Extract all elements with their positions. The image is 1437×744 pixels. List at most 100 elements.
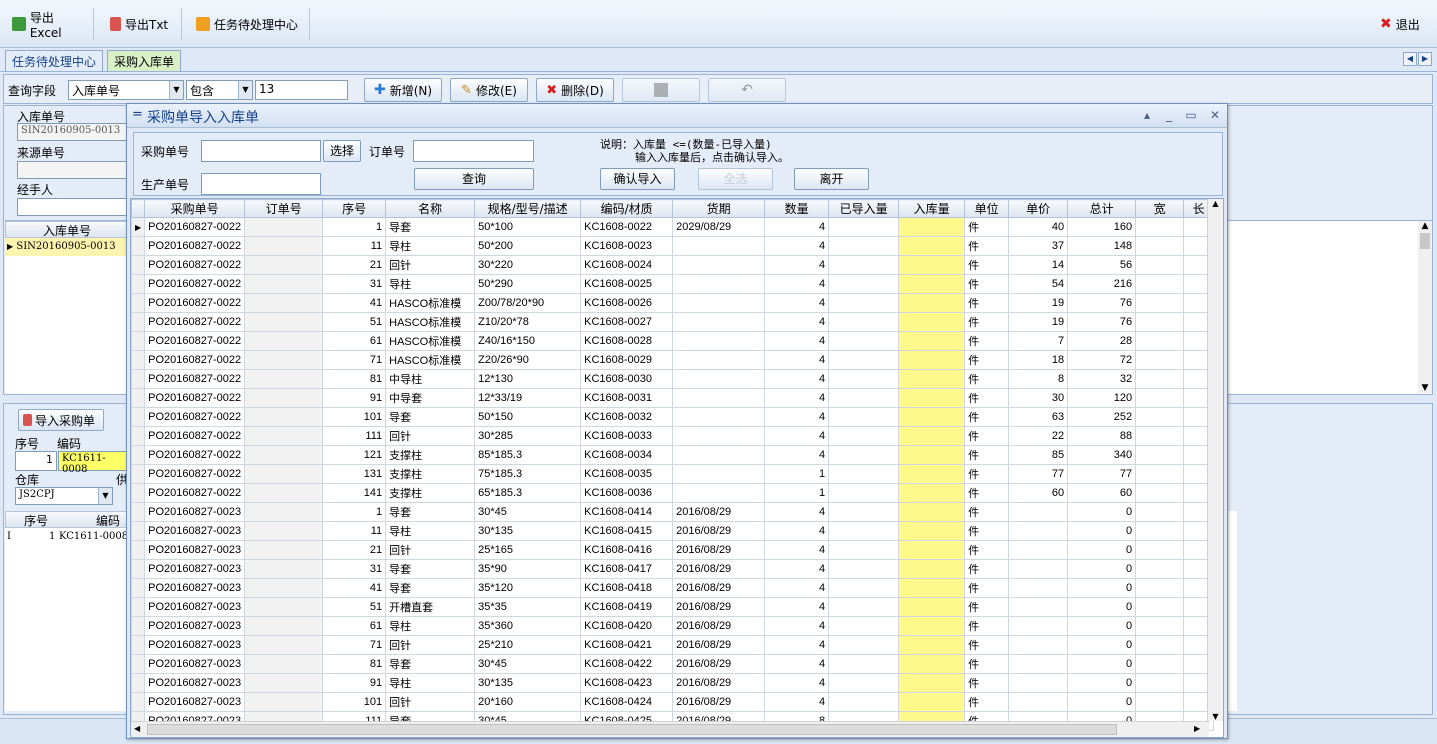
table-row[interactable]: PO20160827-0023 81 导套 30*45 KC1608-0422 2016/… — [131, 654, 1215, 674]
tab-scroll-right-icon[interactable]: ▶ — [1418, 52, 1432, 66]
column-header[interactable]: 数量 — [764, 199, 830, 218]
table-row[interactable]: PO20160827-0023 101 回针 20*160 KC1608-0424 201… — [131, 692, 1215, 712]
table-row[interactable]: PO20160827-0023 51 开槽直套 35*35 KC1608-0419 201… — [131, 597, 1215, 617]
inbound-qty-cell[interactable] — [898, 635, 966, 655]
scroll-left-icon[interactable]: ◀ — [134, 724, 140, 733]
scroll-up-icon[interactable]: ▲ — [1208, 199, 1223, 208]
query-field-select[interactable]: 入库单号 ▼ — [68, 80, 184, 100]
inbound-qty-cell[interactable] — [898, 388, 966, 408]
scroll-down-icon[interactable]: ▼ — [1418, 383, 1432, 393]
query-value-input[interactable]: 13 — [255, 80, 348, 100]
scroll-down-icon[interactable]: ▼ — [1208, 712, 1223, 721]
scroll-right-icon[interactable]: ▶ — [1194, 724, 1200, 733]
inbound-qty-cell[interactable] — [898, 331, 966, 351]
table-row[interactable]: PO20160827-0022 11 导柱 50*200 KC1608-0023 4 件 37… — [131, 236, 1215, 256]
table-row[interactable]: PO20160827-0022 141 支撑柱 65*185.3 KC1608-0036… — [131, 483, 1215, 503]
inbound-qty-cell[interactable] — [898, 502, 966, 522]
query-op-select[interactable]: 包含 ▼ — [186, 80, 253, 100]
column-header[interactable]: 名称 — [385, 199, 476, 218]
inbound-qty-cell[interactable] — [898, 293, 966, 313]
receipt-list-row[interactable]: ▶ SIN20160905-0013 — [5, 238, 129, 256]
column-header[interactable]: 单位 — [964, 199, 1010, 218]
inbound-qty-cell[interactable] — [898, 464, 966, 484]
seq-field[interactable]: 1 — [15, 451, 57, 471]
table-row[interactable]: PO20160827-0022 121 支撑柱 85*185.3 KC1608-0034… — [131, 445, 1215, 465]
receipt-no-field[interactable]: SIN20160905-0013 — [17, 123, 129, 141]
inbound-qty-cell[interactable] — [898, 445, 966, 465]
table-row[interactable]: PO20160827-0023 41 导套 35*120 KC1608-0418 2016… — [131, 578, 1215, 598]
inbound-qty-cell[interactable] — [898, 483, 966, 503]
column-header[interactable]: 货期 — [672, 199, 766, 218]
table-row[interactable]: PO20160827-0022 111 回针 30*285 KC1608-0033 4 件 2… — [131, 426, 1215, 446]
warehouse-select[interactable]: JS2CPJ ▼ — [15, 487, 113, 505]
detail-grid-row[interactable]: I 1 KC1611-0008 — [5, 528, 129, 546]
grid-horizontal-scrollbar[interactable]: ◀ ▶ — [131, 721, 1209, 737]
handler-field[interactable] — [17, 198, 129, 216]
table-row[interactable]: PO20160827-0022 41 HASCO标准模 Z00/78/20*90 KC1… — [131, 293, 1215, 313]
leave-button[interactable]: 离开 — [794, 168, 869, 190]
exit-button[interactable]: ✖ 退出 — [1372, 8, 1432, 40]
table-row[interactable]: PO20160827-0023 1 导套 30*45 KC1608-0414 2016/0… — [131, 502, 1215, 522]
grid-vertical-scrollbar[interactable]: ▲ ▼ — [1207, 199, 1223, 721]
table-row[interactable]: ▶ PO20160827-0022 1 导套 50*100 KC1608-0022 2029… — [131, 217, 1215, 237]
inbound-qty-cell[interactable] — [898, 559, 966, 579]
maximize-icon[interactable]: ▭ — [1183, 108, 1199, 122]
table-row[interactable]: PO20160827-0022 91 中导套 12*33/19 KC1608-0031 4… — [131, 388, 1215, 408]
query-button[interactable]: 查询 — [414, 168, 534, 190]
po-number-input[interactable] — [201, 140, 321, 162]
receipt-list-scrollbar[interactable]: ▲ ▼ — [1418, 221, 1432, 393]
table-row[interactable]: PO20160827-0023 31 导套 35*90 KC1608-0417 2016/… — [131, 559, 1215, 579]
inbound-qty-cell[interactable] — [898, 255, 966, 275]
tab-purchase-receipt[interactable]: 采购入库单 — [107, 50, 182, 71]
table-row[interactable]: PO20160827-0022 31 导柱 50*290 KC1608-0025 4 件 54… — [131, 274, 1215, 294]
collapse-icon[interactable]: ▴ — [1139, 108, 1155, 122]
table-row[interactable]: PO20160827-0023 21 回针 25*165 KC1608-0416 2016… — [131, 540, 1215, 560]
tab-task-center[interactable]: 任务待处理中心 — [5, 50, 104, 71]
table-row[interactable]: PO20160827-0022 71 HASCO标准模 Z20/26*90 KC1608… — [131, 350, 1215, 370]
add-button[interactable]: ✚ 新增(N) — [364, 78, 442, 102]
edit-button[interactable]: ✎ 修改(E) — [450, 78, 528, 102]
column-header[interactable]: 采购单号 — [144, 199, 246, 218]
production-number-input[interactable] — [201, 173, 321, 195]
scroll-up-icon[interactable]: ▲ — [1418, 221, 1432, 231]
inbound-qty-cell[interactable] — [898, 597, 966, 617]
column-header[interactable]: 入库量 — [898, 199, 966, 218]
scroll-thumb[interactable] — [147, 724, 1117, 735]
inbound-qty-cell[interactable] — [898, 654, 966, 674]
inbound-qty-cell[interactable] — [898, 350, 966, 370]
table-row[interactable]: PO20160827-0022 51 HASCO标准模 Z10/20*78 KC1608… — [131, 312, 1215, 332]
table-row[interactable]: PO20160827-0023 11 导柱 30*135 KC1608-0415 2016… — [131, 521, 1215, 541]
column-header[interactable]: 宽 — [1135, 199, 1185, 218]
import-po-button[interactable]: 导入采购单 — [18, 409, 104, 431]
inbound-qty-cell[interactable] — [898, 578, 966, 598]
table-row[interactable]: PO20160827-0023 71 回针 25*210 KC1608-0421 2016… — [131, 635, 1215, 655]
table-row[interactable]: PO20160827-0022 101 导套 50*150 KC1608-0032 4 件 6… — [131, 407, 1215, 427]
inbound-qty-cell[interactable] — [898, 426, 966, 446]
column-header[interactable]: 总计 — [1067, 199, 1137, 218]
order-number-input[interactable] — [413, 140, 534, 162]
column-header[interactable]: 单价 — [1008, 199, 1069, 218]
column-header[interactable]: 编码/材质 — [580, 199, 674, 218]
minimize-icon[interactable]: _ — [1161, 108, 1177, 122]
inbound-qty-cell[interactable] — [898, 274, 966, 294]
dialog-menu-icon[interactable]: = — [132, 107, 143, 122]
table-row[interactable]: PO20160827-0023 91 导柱 30*135 KC1608-0423 2016… — [131, 673, 1215, 693]
column-header[interactable]: 规格/型号/描述 — [474, 199, 582, 218]
inbound-qty-cell[interactable] — [898, 673, 966, 693]
table-row[interactable]: PO20160827-0022 61 HASCO标准模 Z40/16*150 KC160… — [131, 331, 1215, 351]
source-no-field[interactable] — [17, 161, 129, 179]
inbound-qty-cell[interactable] — [898, 312, 966, 332]
column-header[interactable]: 订单号 — [244, 199, 324, 218]
export-txt-button[interactable]: 导出Txt — [102, 8, 182, 40]
export-excel-button[interactable]: 导出Excel — [4, 8, 94, 40]
task-center-button[interactable]: 任务待处理中心 — [188, 8, 310, 40]
select-po-button[interactable]: 选择 — [323, 140, 361, 162]
scroll-thumb[interactable] — [1420, 233, 1430, 249]
close-icon[interactable]: ✕ — [1207, 108, 1223, 122]
inbound-qty-cell[interactable] — [898, 236, 966, 256]
inbound-qty-cell[interactable] — [898, 217, 966, 237]
column-header[interactable]: 序号 — [322, 199, 387, 218]
column-header[interactable]: 已导入量 — [828, 199, 900, 218]
inbound-qty-cell[interactable] — [898, 369, 966, 389]
inbound-qty-cell[interactable] — [898, 521, 966, 541]
